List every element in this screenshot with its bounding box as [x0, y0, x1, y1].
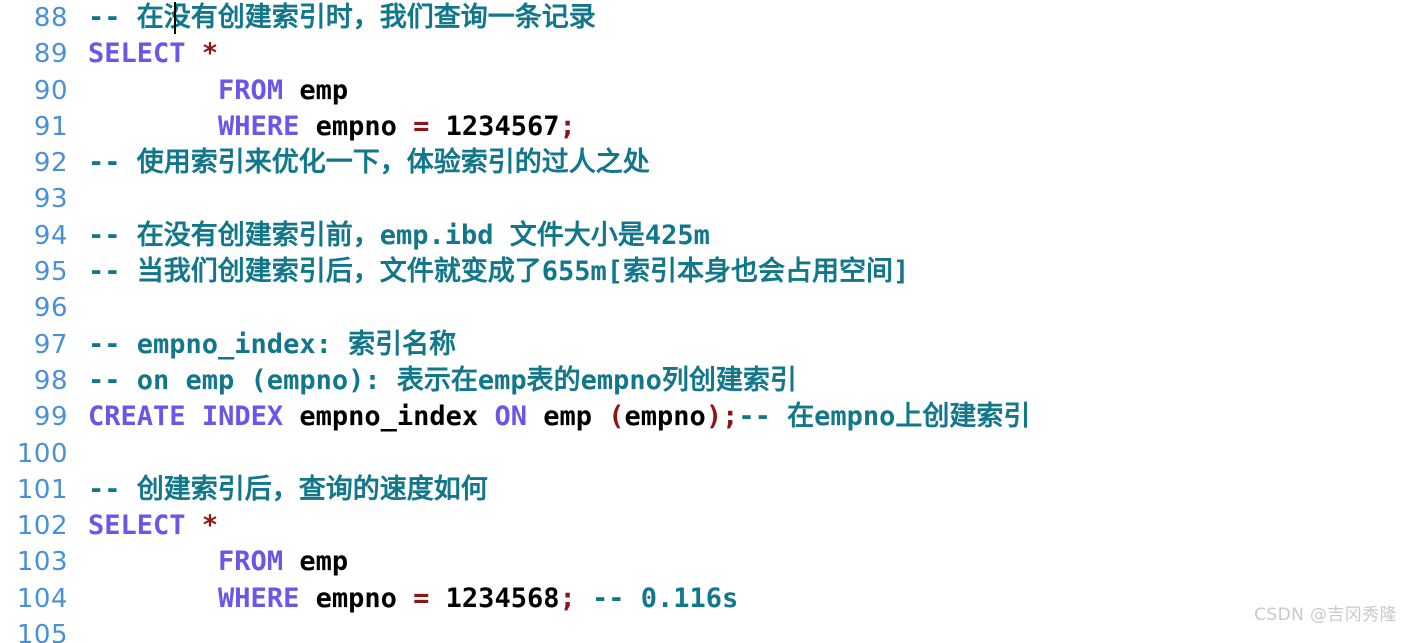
line-number: 98 [33, 365, 68, 396]
code-line[interactable] [88, 436, 1411, 472]
token-star: * [201, 38, 219, 70]
token-comment: -- 创建索引后，查询的速度如何 [88, 473, 488, 505]
line-number-gutter: 88 89 90 91 92 93 94 95 96 97 98 99 100 101 102 103 104 1… [0, 0, 72, 643]
token-number: 1234567 [445, 110, 560, 142]
token-number: 1234568 [445, 582, 560, 614]
token-comment: -- 使用索引来优化一下，体验索引的过人之处 [88, 147, 650, 179]
line-number: 94 [33, 220, 68, 251]
code-line[interactable]: -- 在没有创建索引前，emp.ibd 文件大小是425m [88, 218, 1411, 254]
line-number: 102 [16, 511, 68, 542]
line-number: 103 [16, 547, 68, 578]
token-punct: ; [722, 401, 739, 433]
token-comment: -- 在empno上创建索引 [738, 401, 1031, 433]
line-number: 97 [33, 329, 68, 360]
text-caret [174, 2, 176, 34]
code-line[interactable]: FROM emp [88, 73, 1411, 109]
token-keyword: FROM [218, 74, 284, 106]
token-op: = [413, 110, 430, 142]
token-punct: ; [559, 110, 576, 142]
line-number: 88 [33, 3, 68, 33]
token-ident: empno [624, 401, 706, 433]
line-number: 92 [33, 148, 68, 179]
token-keyword: SELECT [88, 510, 186, 542]
token-ident: empno [315, 582, 397, 614]
code-line[interactable] [88, 290, 1411, 326]
token-keyword: ON [494, 401, 527, 433]
code-line[interactable]: -- 使用索引来优化一下，体验索引的过人之处 [88, 145, 1411, 181]
line-number: 100 [16, 438, 68, 469]
token-comment: -- 在没有创建索引前，emp.ibd 文件大小是425m [88, 219, 710, 251]
token-keyword: SELECT [88, 38, 186, 70]
token-ident: emp [543, 401, 592, 433]
code-line[interactable]: -- 当我们创建索引后，文件就变成了655m[索引本身也会占用空间] [88, 254, 1411, 290]
code-line[interactable]: WHERE empno = 1234568; -- 0.116s [88, 581, 1411, 617]
code-line[interactable] [88, 617, 1411, 643]
code-line[interactable]: SELECT * [88, 36, 1411, 72]
token-keyword: INDEX [201, 401, 284, 433]
line-number: 93 [33, 184, 68, 215]
token-ident: emp [299, 74, 349, 106]
token-ident: empno [315, 110, 397, 142]
line-number: 91 [33, 111, 68, 142]
line-number: 105 [16, 620, 68, 643]
line-number: 95 [33, 257, 68, 288]
line-number: 104 [16, 583, 68, 614]
token-comment: -- empno_index: 索引名称 [88, 328, 457, 360]
token-comment: -- 当我们创建索引后，文件就变成了655m[索引本身也会占用空间] [88, 256, 910, 288]
line-number: 101 [16, 474, 68, 505]
code-content-area[interactable]: -- 在没有创建索引时，我们查询一条记录 SELECT * FROM emp WH… [88, 0, 1411, 643]
line-number: 99 [33, 402, 68, 433]
code-line[interactable]: CREATE INDEX empno_index ON emp (empno);… [88, 399, 1411, 435]
line-number: 90 [33, 75, 68, 106]
code-line[interactable] [88, 181, 1411, 217]
csdn-watermark: CSDN @吉冈秀隆 [1254, 604, 1397, 625]
line-number: 96 [33, 293, 68, 324]
code-line[interactable]: WHERE empno = 1234567; [88, 109, 1411, 145]
token-ident: emp [299, 546, 349, 578]
code-line[interactable]: -- on emp (empno): 表示在emp表的empno列创建索引 [88, 363, 1411, 399]
token-punct: ( [608, 401, 625, 433]
token-star: * [201, 510, 219, 542]
token-punct: ; [559, 582, 576, 614]
token-keyword: CREATE [88, 401, 186, 433]
line-number: 89 [33, 39, 68, 70]
token-comment: -- on emp (empno): 表示在emp表的empno列创建索引 [88, 364, 797, 396]
code-line[interactable]: -- 在没有创建索引时，我们查询一条记录 [88, 0, 1411, 36]
token-op: = [413, 582, 430, 614]
token-keyword: FROM [218, 546, 284, 578]
code-line[interactable]: SELECT * [88, 508, 1411, 544]
token-keyword: WHERE [218, 582, 300, 614]
token-punct: ) [705, 401, 723, 433]
code-line[interactable]: FROM emp [88, 544, 1411, 580]
code-line[interactable]: -- 创建索引后，查询的速度如何 [88, 472, 1411, 508]
code-line[interactable]: -- empno_index: 索引名称 [88, 327, 1411, 363]
token-keyword: WHERE [218, 110, 300, 142]
token-ident: empno_index [299, 401, 479, 433]
sql-code-editor[interactable]: 88 89 90 91 92 93 94 95 96 97 98 99 100 101 102 103 104 1… [0, 0, 1411, 643]
token-comment: -- 0.116s [592, 582, 739, 614]
token-comment: -- 在没有创建索引时，我们查询一条记录 [88, 2, 596, 33]
